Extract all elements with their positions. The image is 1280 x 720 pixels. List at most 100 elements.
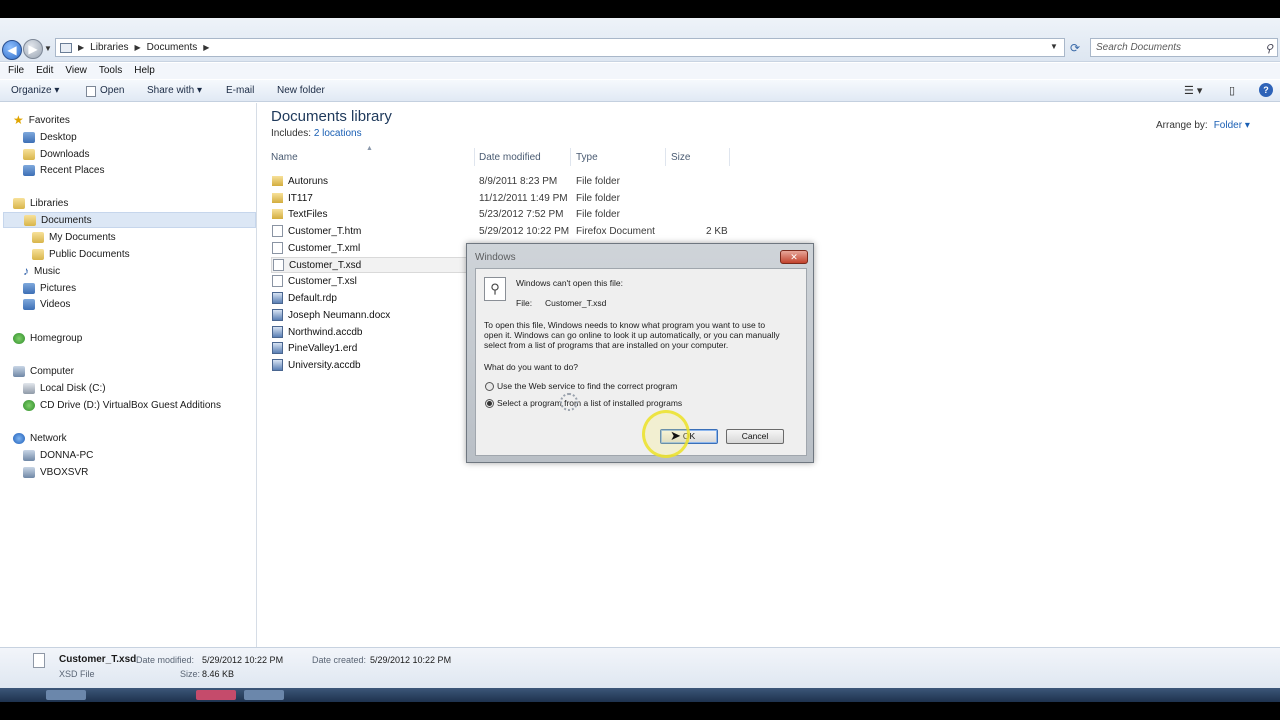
radio-web-service-label[interactable]: Use the Web service to find the correct …: [497, 381, 677, 391]
nav-documents[interactable]: Documents: [3, 212, 256, 228]
nav-cd-drive[interactable]: CD Drive (D:) VirtualBox Guest Additions: [23, 397, 221, 413]
file-name[interactable]: University.accdb: [271, 357, 467, 373]
dialog-explanation-line: select from a list of programs that are …: [484, 340, 729, 350]
chevron-right-icon[interactable]: ▶: [78, 43, 84, 52]
dialog-close-button[interactable]: ✕: [780, 250, 808, 264]
menu-view[interactable]: View: [61, 63, 95, 79]
breadcrumb-libraries[interactable]: Libraries: [90, 42, 128, 53]
recent-pages-dropdown[interactable]: ▼: [44, 44, 52, 53]
locations-link[interactable]: 2 locations: [314, 128, 362, 139]
nav-recent-places[interactable]: Recent Places: [23, 162, 104, 178]
homegroup-icon: [13, 332, 25, 344]
column-divider[interactable]: [729, 148, 730, 166]
column-divider[interactable]: [665, 148, 666, 166]
chevron-right-icon[interactable]: ▶: [135, 43, 141, 52]
view-options-icon[interactable]: ☰ ▾: [1184, 84, 1202, 97]
nav-music[interactable]: ♪ Music: [23, 263, 60, 279]
cancel-button[interactable]: Cancel: [726, 429, 784, 444]
help-icon[interactable]: ?: [1259, 83, 1273, 97]
taskbar-item[interactable]: [196, 690, 236, 700]
star-icon: ★: [13, 113, 24, 127]
radio-installed-programs[interactable]: [485, 399, 494, 408]
file-type: File folder: [576, 208, 620, 220]
refresh-button[interactable]: ⟳: [1066, 39, 1084, 57]
column-header-date[interactable]: Date modified: [479, 152, 541, 163]
file-name[interactable]: TextFiles: [271, 206, 467, 222]
menu-tools[interactable]: Tools: [95, 63, 130, 79]
file-name[interactable]: Northwind.accdb: [271, 324, 467, 340]
file-name[interactable]: Autoruns: [271, 173, 467, 189]
nav-public-documents[interactable]: Public Documents: [32, 246, 130, 262]
file-name[interactable]: Joseph Neumann.docx: [271, 307, 467, 323]
file-name[interactable]: Customer_T.htm: [271, 223, 467, 239]
column-divider[interactable]: [474, 148, 475, 166]
taskbar-item[interactable]: [244, 690, 284, 700]
file-name[interactable]: Customer_T.xsl: [271, 273, 467, 289]
nav-label: Recent Places: [40, 164, 105, 176]
radio-installed-programs-label[interactable]: Select a program from a list of installe…: [497, 398, 682, 408]
breadcrumb-documents[interactable]: Documents: [147, 42, 198, 53]
nav-homegroup[interactable]: Homegroup: [13, 330, 82, 346]
table-row[interactable]: Customer_T.htm 5/29/2012 10:22 PM Firefo…: [271, 223, 731, 239]
radio-web-service[interactable]: [485, 382, 494, 391]
search-icon[interactable]: ⚲: [1265, 42, 1273, 55]
file-name[interactable]: Customer_T.xsd: [271, 257, 467, 273]
document-icon: [272, 225, 283, 237]
address-field[interactable]: ▶ Libraries ▶ Documents ▶: [55, 38, 1065, 57]
nav-donna-pc[interactable]: DONNA-PC: [23, 447, 93, 463]
back-button[interactable]: ◀: [2, 40, 22, 60]
table-row[interactable]: TextFiles 5/23/2012 7:52 PM File folder: [271, 206, 731, 222]
nav-my-documents[interactable]: My Documents: [32, 229, 116, 245]
new-folder-button[interactable]: New folder: [277, 85, 325, 96]
organize-button[interactable]: Organize ▾: [11, 85, 59, 96]
nav-local-disk[interactable]: Local Disk (C:): [23, 380, 106, 396]
column-header-type[interactable]: Type: [576, 152, 598, 163]
nav-vboxsvr[interactable]: VBOXSVR: [23, 464, 88, 480]
nav-favorites[interactable]: ★ Favorites: [13, 112, 70, 128]
taskbar-item[interactable]: [46, 690, 86, 700]
column-header-name[interactable]: Name: [271, 152, 298, 163]
menu-help[interactable]: Help: [130, 63, 163, 79]
menu-edit[interactable]: Edit: [32, 63, 61, 79]
open-button[interactable]: Open: [100, 85, 124, 96]
libraries-icon: [13, 197, 25, 209]
library-includes: Includes: 2 locations: [271, 128, 362, 139]
nav-label: DONNA-PC: [40, 449, 94, 461]
server-icon: [23, 466, 35, 478]
search-input[interactable]: Search Documents ⚲: [1090, 38, 1278, 57]
nav-computer[interactable]: Computer: [13, 363, 74, 379]
column-divider[interactable]: [570, 148, 571, 166]
nav-videos[interactable]: Videos: [23, 296, 70, 312]
nav-libraries[interactable]: Libraries: [13, 195, 68, 211]
nav-label: My Documents: [49, 231, 116, 243]
file-name[interactable]: Default.rdp: [271, 290, 467, 306]
arrange-by-dropdown[interactable]: Folder ▾: [1214, 120, 1250, 131]
table-row[interactable]: Autoruns 8/9/2011 8:23 PM File folder: [271, 173, 731, 189]
desktop-icon: [23, 131, 35, 143]
folder-icon: [272, 193, 283, 203]
address-dropdown[interactable]: ▼: [1050, 42, 1058, 51]
dialog-question: What do you want to do?: [484, 362, 579, 372]
forward-button[interactable]: ▶: [23, 39, 43, 59]
file-name[interactable]: PineValley1.erd: [271, 340, 467, 356]
menu-file[interactable]: File: [4, 63, 32, 79]
chevron-right-icon[interactable]: ▶: [203, 43, 209, 52]
details-date-created: 5/29/2012 10:22 PM: [370, 655, 452, 665]
file-name-label: Customer_T.xml: [288, 242, 361, 254]
details-date-modified: 5/29/2012 10:22 PM: [202, 655, 284, 665]
access-database-icon: [272, 326, 283, 338]
nav-network[interactable]: Network: [13, 430, 67, 446]
nav-desktop[interactable]: Desktop: [23, 129, 77, 145]
nav-downloads[interactable]: Downloads: [23, 146, 89, 162]
share-with-button[interactable]: Share with ▾: [147, 85, 202, 96]
file-name[interactable]: Customer_T.xml: [271, 240, 467, 256]
table-row[interactable]: IT117 11/12/2011 1:49 PM File folder: [271, 190, 731, 206]
preview-pane-icon[interactable]: ▯: [1229, 84, 1235, 97]
column-header-size[interactable]: Size: [671, 152, 690, 163]
documents-icon: [24, 214, 36, 226]
nav-pictures[interactable]: Pictures: [23, 280, 76, 296]
magnifier-icon: ⚲: [484, 277, 506, 301]
email-button[interactable]: E-mail: [226, 85, 254, 96]
file-name[interactable]: IT117: [271, 190, 467, 206]
open-with-dialog: Windows ✕ ⚲ Windows can't open this file…: [466, 243, 814, 463]
